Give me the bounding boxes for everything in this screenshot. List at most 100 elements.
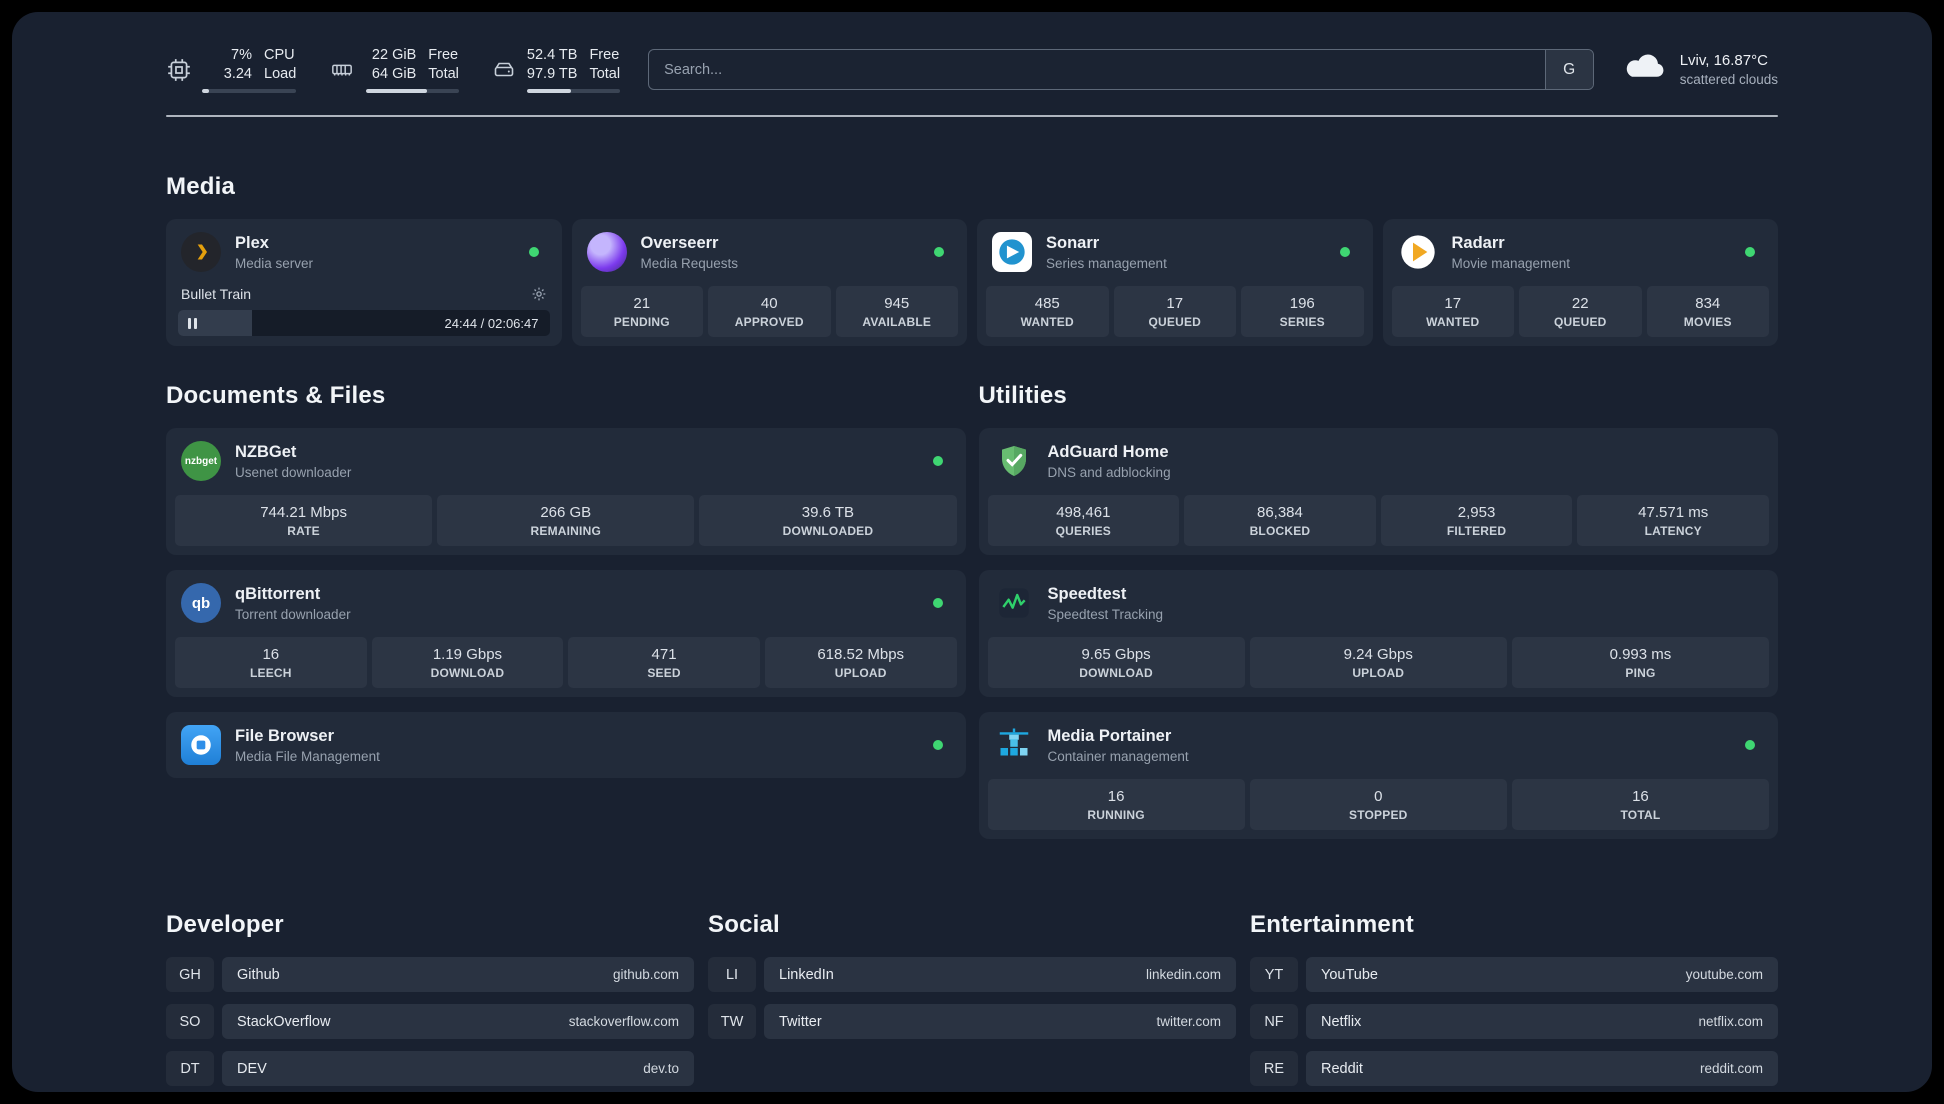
search-provider-button[interactable]: G xyxy=(1544,50,1593,90)
qbittorrent-icon: qb xyxy=(180,582,222,624)
playback-progress-bar[interactable]: 24:44 / 02:06:47 xyxy=(178,310,550,337)
bookmark-url: linkedin.com xyxy=(1145,967,1221,983)
track-title: Bullet Train xyxy=(181,286,252,303)
cpu-percent: 7% xyxy=(231,47,252,63)
stat-rate: 744.21 Mbps RATE xyxy=(175,495,433,547)
stat-blocked: 86,384 BLOCKED xyxy=(1184,495,1376,547)
bookmark-name: Github xyxy=(237,966,280,983)
section-title-developer: Developer xyxy=(166,911,284,939)
service-subtitle: Usenet downloader xyxy=(235,464,352,480)
status-dot xyxy=(528,247,539,258)
service-subtitle: Movie management xyxy=(1451,255,1571,271)
service-name: Plex xyxy=(235,233,269,252)
status-dot xyxy=(934,247,944,258)
bookmark-name: Twitter xyxy=(779,1013,822,1030)
service-card-overseerr[interactable]: Overseerr Media Requests 21 PENDING 40 A… xyxy=(571,219,967,347)
bookmark-url: twitter.com xyxy=(1156,1014,1221,1030)
bookmark-youtube[interactable]: YT YouTube youtube.com xyxy=(1250,957,1778,993)
memory-total-value: 64 GiB xyxy=(371,66,417,83)
cpu-usage-bar xyxy=(202,89,297,94)
bookmark-url: dev.to xyxy=(643,1061,679,1077)
gear-icon[interactable] xyxy=(531,286,547,302)
service-card-plex[interactable]: Plex Media server Bullet Train 24:44 / 0… xyxy=(166,219,562,347)
section-title-utilities: Utilities xyxy=(978,382,1067,410)
bookmark-url: netflix.com xyxy=(1698,1014,1763,1030)
service-card-radarr[interactable]: Radarr Movie management 17 WANTED 22 QUE… xyxy=(1382,219,1778,347)
disk-usage-bar xyxy=(526,89,621,94)
service-card-filebrowser[interactable]: File Browser Media File Management xyxy=(166,712,966,779)
service-subtitle: Series management xyxy=(1046,255,1167,271)
bookmark-abbr: LI xyxy=(708,957,756,993)
bookmark-stackoverflow[interactable]: SO StackOverflow stackoverflow.com xyxy=(166,1004,694,1040)
stat-downloaded: 39.6 TB DOWNLOADED xyxy=(699,495,957,547)
status-dot xyxy=(932,598,943,609)
service-card-nzbget[interactable]: nzbget NZBGet Usenet downloader 744.21 M… xyxy=(166,428,966,556)
stat-queued: 22 QUEUED xyxy=(1519,286,1642,338)
bookmark-github[interactable]: GH Github github.com xyxy=(166,957,694,993)
stat-upload: 9.24 Gbps UPLOAD xyxy=(1249,637,1507,689)
stat-queries: 498,461 QUERIES xyxy=(987,495,1180,547)
stat-download: 1.19 Gbps DOWNLOAD xyxy=(371,637,564,689)
service-card-adguard[interactable]: AdGuard Home DNS and adblocking 498,461 … xyxy=(978,428,1778,556)
service-subtitle: DNS and adblocking xyxy=(1047,464,1171,480)
service-name: Sonarr xyxy=(1046,233,1100,252)
service-card-speedtest[interactable]: Speedtest Speedtest Tracking 9.65 Gbps D… xyxy=(978,570,1778,698)
plex-now-playing: Bullet Train 24:44 / 02:06:47 xyxy=(175,284,553,337)
plex-icon xyxy=(180,231,222,273)
stat-wanted: 485 WANTED xyxy=(986,286,1109,338)
weather-location: Lviv, 16.87°C xyxy=(1679,52,1768,70)
service-name: Overseerr xyxy=(640,233,719,252)
section-utilities: Utilities AdGuard Home DNS and adblockin… xyxy=(978,382,1778,840)
bookmark-abbr: NF xyxy=(1250,1004,1298,1040)
header-divider xyxy=(166,115,1778,118)
bookmark-twitter[interactable]: TW Twitter twitter.com xyxy=(708,1004,1236,1040)
cpu-load-label: Load xyxy=(264,66,297,83)
bookmark-abbr: DT xyxy=(166,1051,214,1087)
memory-free-value: 22 GiB xyxy=(371,47,417,63)
memory-usage-bar xyxy=(366,89,459,94)
service-name: Speedtest xyxy=(1047,584,1127,603)
stat-pending: 21 PENDING xyxy=(580,286,703,338)
status-dot xyxy=(1745,247,1755,258)
disk-icon xyxy=(491,58,517,82)
status-dot xyxy=(932,740,943,751)
pause-icon[interactable] xyxy=(178,317,207,329)
stat-movies: 834 MOVIES xyxy=(1646,286,1769,338)
cpu-load-value: 3.24 xyxy=(223,66,252,83)
bookmark-abbr: TW xyxy=(708,1004,756,1040)
service-name: Radarr xyxy=(1451,233,1505,252)
bookmark-linkedin[interactable]: LI LinkedIn linkedin.com xyxy=(708,957,1236,993)
disk-widget: 52.4 TB 97.9 TB Free Total xyxy=(491,46,621,94)
bookmark-reddit[interactable]: RE Reddit reddit.com xyxy=(1250,1051,1778,1087)
stat-series: 196 SERIES xyxy=(1241,286,1364,338)
service-card-qbittorrent[interactable]: qb qBittorrent Torrent downloader 16 LEE… xyxy=(166,570,966,698)
service-name: qBittorrent xyxy=(235,584,321,603)
system-resources: 7% 3.24 CPU Load 22 GiB 64 GiB Free Tota… xyxy=(166,46,621,94)
top-bar: 7% 3.24 CPU Load 22 GiB 64 GiB Free Tota… xyxy=(166,46,1778,94)
bookmark-name: Reddit xyxy=(1321,1060,1363,1077)
bookmark-url: reddit.com xyxy=(1699,1061,1763,1077)
speedtest-icon xyxy=(993,582,1035,624)
filebrowser-icon xyxy=(180,724,222,766)
service-card-portainer[interactable]: Media Portainer Container management 16 … xyxy=(978,712,1778,840)
bookmark-netflix[interactable]: NF Netflix netflix.com xyxy=(1250,1004,1778,1040)
service-name: Media Portainer xyxy=(1047,726,1172,745)
cpu-label: CPU xyxy=(264,47,295,63)
memory-free-label: Free xyxy=(428,47,459,63)
cpu-icon xyxy=(166,57,192,83)
section-title-social: Social xyxy=(708,911,780,939)
bookmark-url: youtube.com xyxy=(1685,967,1763,983)
stat-total: 16 TOTAL xyxy=(1511,779,1770,831)
service-subtitle: Media File Management xyxy=(235,748,380,764)
sonarr-icon xyxy=(991,231,1033,273)
search-input[interactable] xyxy=(649,50,1545,90)
status-dot xyxy=(1745,740,1755,751)
stat-wanted: 17 WANTED xyxy=(1391,286,1514,338)
memory-icon xyxy=(328,59,356,81)
bookmark-abbr: RE xyxy=(1250,1051,1298,1087)
service-card-sonarr[interactable]: Sonarr Series management 485 WANTED 17 Q… xyxy=(977,219,1373,347)
stat-queued: 17 QUEUED xyxy=(1113,286,1236,338)
bookmark-dev[interactable]: DT DEV dev.to xyxy=(166,1051,694,1087)
stat-upload: 618.52 Mbps UPLOAD xyxy=(764,637,957,689)
stat-stopped: 0 STOPPED xyxy=(1249,779,1507,831)
